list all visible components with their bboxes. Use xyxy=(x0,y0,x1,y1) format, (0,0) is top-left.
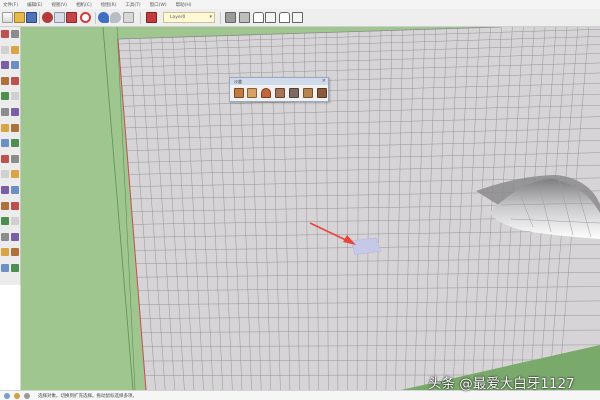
dimension-icon[interactable] xyxy=(11,154,19,163)
help-icon[interactable] xyxy=(24,393,30,399)
orbit-icon[interactable] xyxy=(1,201,9,210)
paint-bucket-icon[interactable] xyxy=(11,45,19,54)
look-around-icon[interactable] xyxy=(11,248,19,257)
polygon-icon[interactable] xyxy=(11,92,19,101)
undo-icon[interactable] xyxy=(98,12,109,23)
make-component-icon[interactable] xyxy=(11,30,19,38)
sandbox-from-contours-icon[interactable] xyxy=(234,88,244,98)
menu-draw[interactable]: 绘图(R) xyxy=(101,2,117,8)
push-pull-icon[interactable] xyxy=(11,108,19,116)
cut-icon[interactable] xyxy=(42,12,53,23)
erase-icon[interactable] xyxy=(80,12,91,23)
layer-select[interactable]: Layer0 ▾ xyxy=(163,12,215,23)
zoom-window-icon[interactable] xyxy=(11,217,19,226)
tool-palette-empty xyxy=(0,285,21,390)
sandbox-toolbar-buttons xyxy=(230,85,328,102)
paste-icon[interactable] xyxy=(66,12,77,23)
iso-view-icon[interactable] xyxy=(225,12,236,23)
rotate-icon[interactable] xyxy=(1,123,9,132)
walk-icon[interactable] xyxy=(1,248,9,257)
menu-help[interactable]: 帮助(H) xyxy=(176,2,192,8)
menu-window[interactable]: 窗口(W) xyxy=(150,2,167,8)
offset-icon[interactable] xyxy=(11,139,19,148)
section-plane-icon[interactable] xyxy=(11,264,19,272)
zoom-extents-icon[interactable] xyxy=(1,232,9,241)
sandbox-toolbar-title[interactable]: 沙盒 × xyxy=(230,78,328,85)
add-detail-icon[interactable] xyxy=(303,88,313,98)
menu-camera[interactable]: 相机(C) xyxy=(76,2,92,8)
left-view-icon[interactable] xyxy=(292,12,303,23)
menu-tools[interactable]: 工具(T) xyxy=(125,2,140,8)
sandbox-toolbar-title-text: 沙盒 xyxy=(234,79,242,84)
select-icon[interactable] xyxy=(1,30,9,38)
chevron-down-icon[interactable]: ▾ xyxy=(209,13,212,22)
close-icon[interactable]: × xyxy=(322,78,326,85)
main-toolbar: Layer0 ▾ xyxy=(0,9,600,27)
pan-icon[interactable] xyxy=(11,201,19,210)
watermark: 头条 @最爱大白牙1127 xyxy=(428,376,575,392)
move-icon[interactable] xyxy=(1,108,9,116)
front-view-icon[interactable] xyxy=(253,12,264,23)
rectangle-icon[interactable] xyxy=(11,76,19,85)
eraser-icon[interactable] xyxy=(1,45,9,54)
new-file-icon[interactable] xyxy=(2,12,13,23)
print-icon[interactable] xyxy=(123,12,134,23)
viewport[interactable]: 沙盒 × xyxy=(21,27,600,390)
3d-text-icon[interactable] xyxy=(11,186,19,194)
tool-palette xyxy=(0,27,21,285)
drape-icon[interactable] xyxy=(289,88,299,98)
copy-icon[interactable] xyxy=(54,12,65,23)
position-camera-icon[interactable] xyxy=(1,264,9,272)
zoom-icon[interactable] xyxy=(1,217,9,226)
toolbar-separator xyxy=(39,12,40,24)
status-text: 选择对象。切换到扩充选择。拖动鼠标选择多项。 xyxy=(38,394,137,399)
toolbar-separator xyxy=(140,12,141,24)
previous-view-icon[interactable] xyxy=(11,232,19,241)
tape-measure-icon[interactable] xyxy=(1,154,9,163)
flip-edge-icon[interactable] xyxy=(317,88,327,98)
right-view-icon[interactable] xyxy=(265,12,276,23)
menu-view[interactable]: 视图(V) xyxy=(51,2,67,8)
menu-bar: 文件(F) 编辑(E) 视图(V) 相机(C) 绘图(R) 工具(T) 窗口(W… xyxy=(0,0,600,9)
freehand-icon[interactable] xyxy=(1,76,9,85)
geo-location-icon[interactable] xyxy=(4,393,10,399)
redo-icon[interactable] xyxy=(110,12,121,23)
open-file-icon[interactable] xyxy=(14,12,25,23)
toolbar-separator xyxy=(95,12,96,24)
sandbox-toolbar[interactable]: 沙盒 × xyxy=(229,77,329,102)
sandbox-from-scratch-icon[interactable] xyxy=(247,88,257,98)
menu-edit[interactable]: 编辑(E) xyxy=(27,2,42,8)
scale-icon[interactable] xyxy=(1,139,9,148)
smoove-icon[interactable] xyxy=(261,88,271,98)
menu-file[interactable]: 文件(F) xyxy=(3,2,18,8)
save-icon[interactable] xyxy=(26,12,37,23)
arc-icon[interactable] xyxy=(11,61,19,70)
layer-value: Layer0 xyxy=(170,15,186,20)
follow-me-icon[interactable] xyxy=(11,123,19,132)
credits-icon[interactable] xyxy=(14,393,20,399)
back-view-icon[interactable] xyxy=(279,12,290,23)
toolbar-separator xyxy=(220,12,221,24)
text-icon[interactable] xyxy=(11,170,19,179)
stamp-icon[interactable] xyxy=(275,88,285,98)
line-icon[interactable] xyxy=(1,61,9,70)
top-view-icon[interactable] xyxy=(239,12,250,23)
circle-icon[interactable] xyxy=(1,92,9,101)
model-info-icon[interactable] xyxy=(146,12,157,23)
protractor-icon[interactable] xyxy=(1,170,9,179)
axes-icon[interactable] xyxy=(1,186,9,194)
